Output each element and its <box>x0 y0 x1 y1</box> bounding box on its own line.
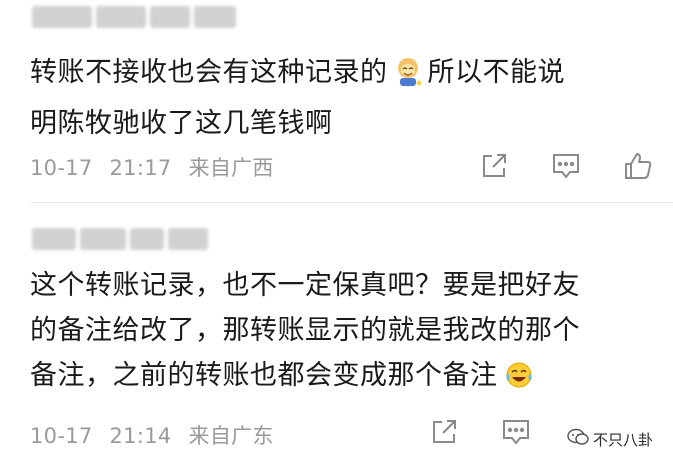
comment-text-line: 的备注给改了，那转账显示的就是我改的那个 <box>30 315 580 346</box>
like-button[interactable] <box>621 150 655 182</box>
comment-date: 10-17 <box>30 156 93 180</box>
comment-button[interactable] <box>499 416 533 448</box>
comment-text: 转账不接收也会有这种记录的 所以不能说 明陈牧驰收了这几笔钱啊 <box>30 50 660 146</box>
redacted-username <box>32 228 208 254</box>
comment-text-line: 所以不能说 <box>427 57 565 88</box>
share-button[interactable] <box>427 416 461 448</box>
comment-meta: 10-17 21:17 来自广西 <box>30 152 274 182</box>
wechat-icon <box>567 428 589 450</box>
comment-actions <box>477 150 655 182</box>
comment-text: 这个转账记录，也不一定保真吧？要是把好友 的备注给改了，那转账显示的就是我改的那… <box>30 263 660 404</box>
redacted-username <box>32 6 236 32</box>
comment-meta: 10-17 21:14 来自广东 <box>30 420 274 450</box>
share-button[interactable] <box>477 150 511 182</box>
comment-item: 转账不接收也会有这种记录的 所以不能说 明陈牧驰收了这几笔钱啊 10-17 21… <box>0 0 673 200</box>
comment-time: 21:17 <box>109 156 172 180</box>
comment-time: 21:14 <box>109 424 172 448</box>
like-icon <box>622 150 654 182</box>
comment-text-line: 备注，之前的转账也都会变成那个备注 <box>30 360 498 391</box>
comment-text-line: 转账不接收也会有这种记录的 <box>30 57 388 88</box>
comment-icon <box>500 417 532 447</box>
comment-icon <box>550 151 582 181</box>
comment-date: 10-17 <box>30 424 93 448</box>
divider <box>30 202 673 203</box>
comment-button[interactable] <box>549 150 583 182</box>
comment-actions <box>427 416 533 448</box>
laughing-crying-emoji-icon <box>504 359 534 404</box>
comment-text-line: 这个转账记录，也不一定保真吧？要是把好友 <box>30 270 580 301</box>
comment-text-line: 明陈牧驰收了这几笔钱啊 <box>30 108 333 139</box>
watermark: 不只八卦 <box>562 427 657 451</box>
watermark-text: 不只八卦 <box>592 430 653 449</box>
comment-location: 来自广东 <box>188 424 274 448</box>
comment-location: 来自广西 <box>188 156 274 180</box>
share-icon <box>429 417 459 447</box>
smiling-face-emoji-icon <box>394 56 422 101</box>
share-icon <box>479 151 509 181</box>
